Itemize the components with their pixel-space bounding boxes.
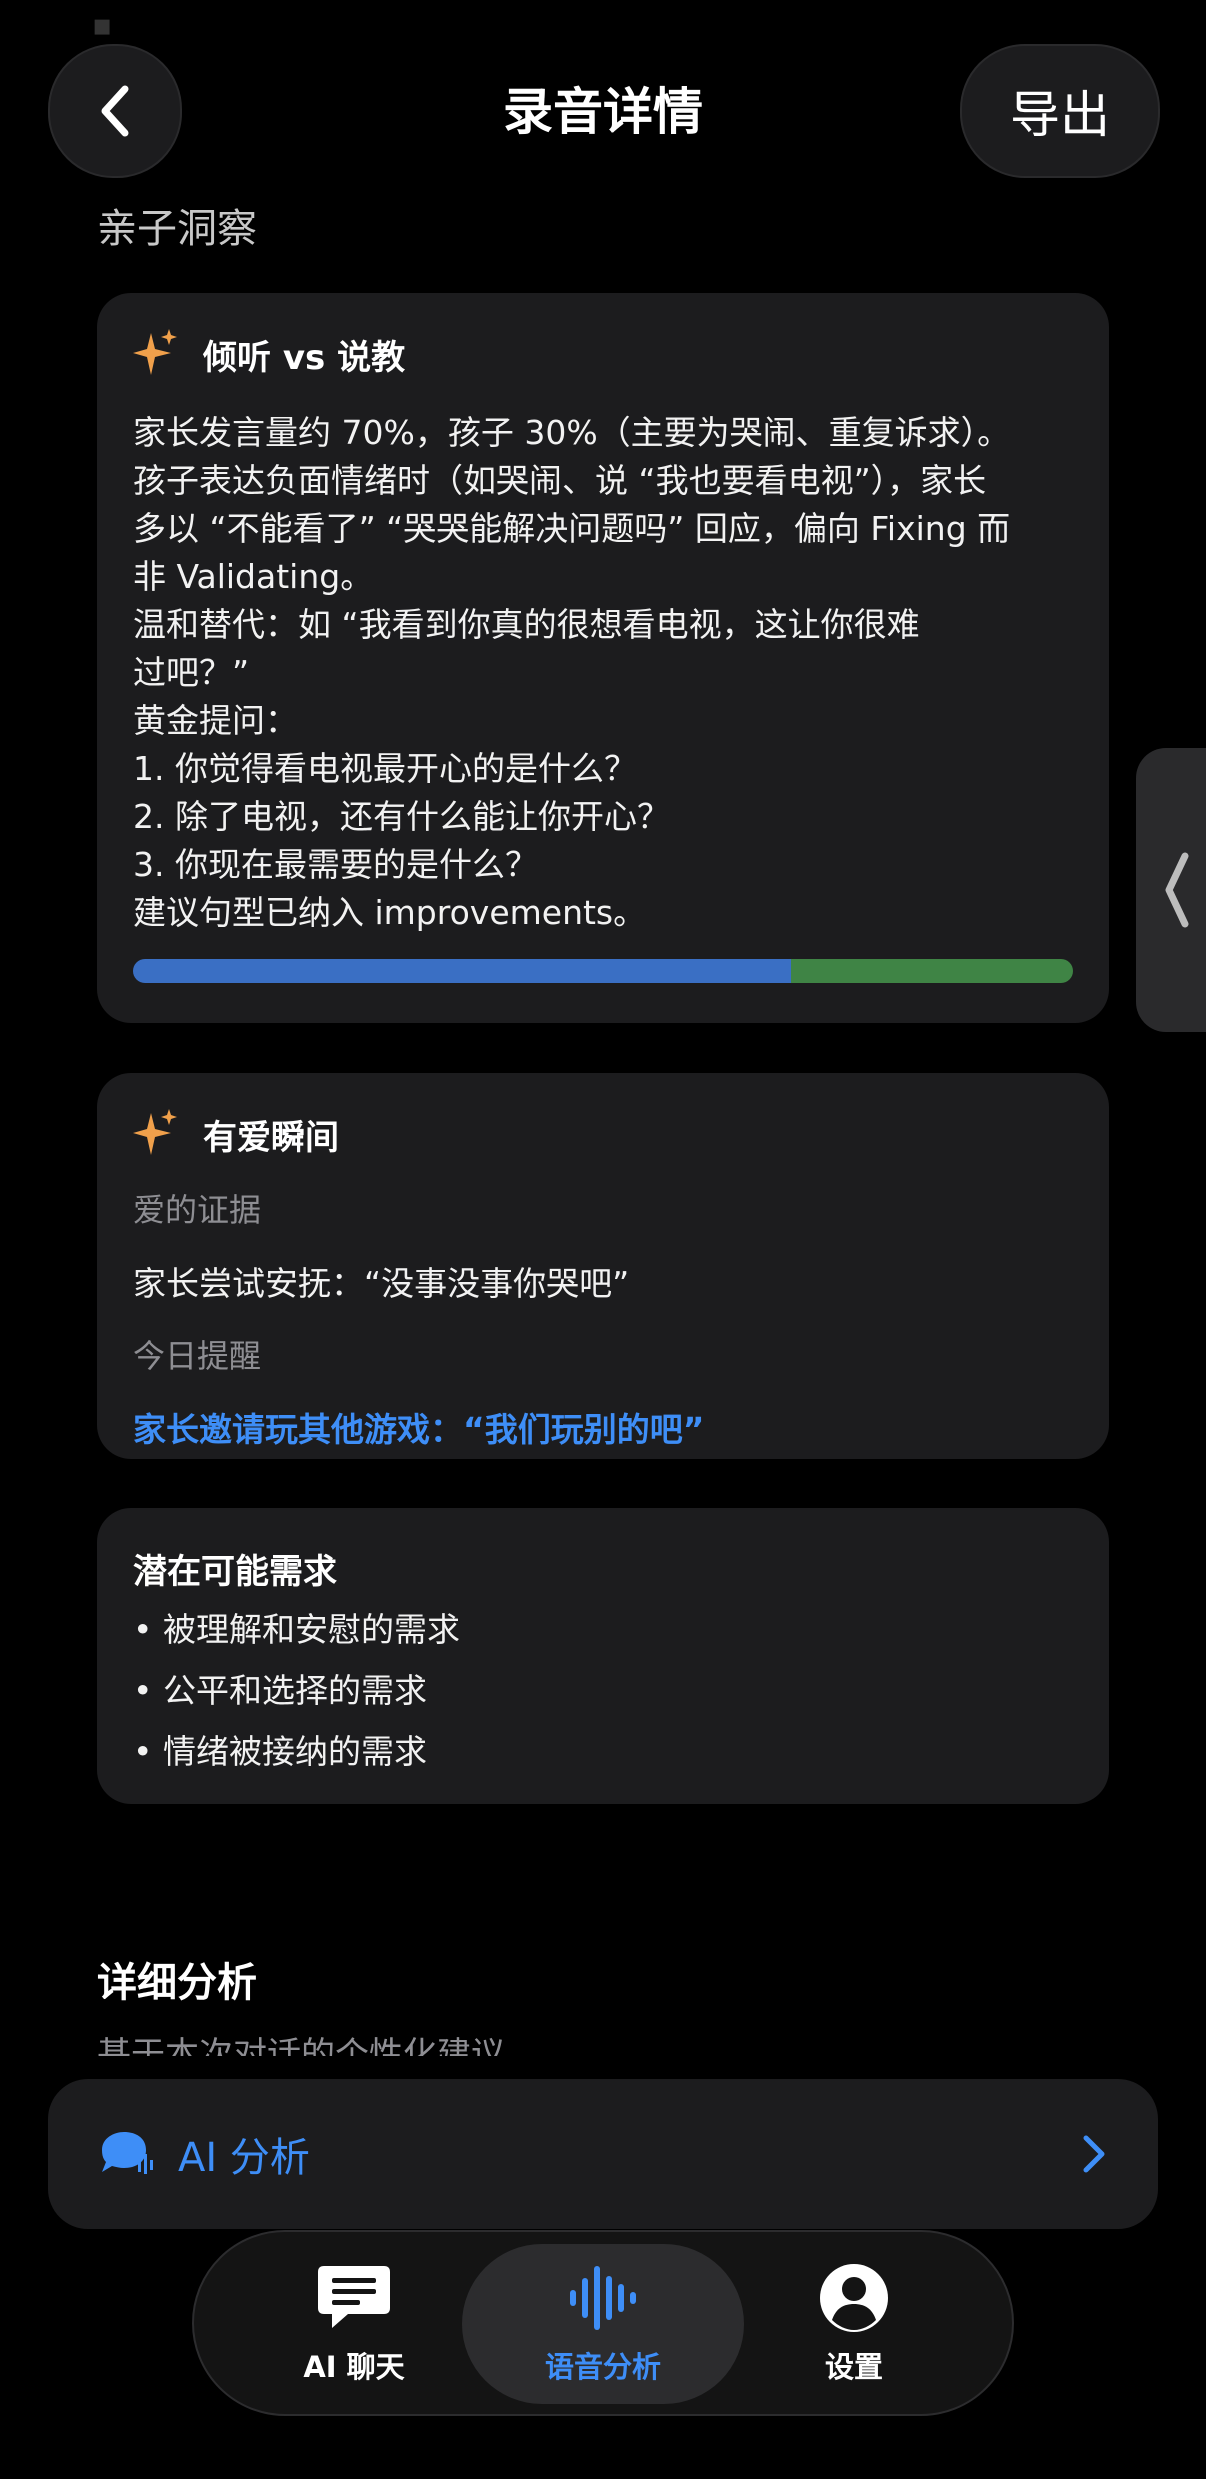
evidence-text: 家长尝试安抚：“没事没事你哭吧” [133,1264,630,1303]
detail-analysis-subtitle-text: 基于本次对话的个性化建议 [97,2035,505,2056]
chevron-right-icon [1083,2135,1105,2173]
sparkle-icon [133,329,177,375]
needs-card-title: 潜在可能需求 [133,1552,337,1592]
listening-card: 倾听 vs 说教 家长发言量约 70%，孩子 30%（主要为哭闹、重复诉求）。 … [97,293,1109,1023]
tab-voice-analysis[interactable]: 语音分析 [462,2244,744,2404]
detail-analysis-subtitle: 基于本次对话的个性化建议 [97,2028,505,2056]
tab-label: 语音分析 [544,2350,661,2384]
body-line: 黄金提问： [133,701,298,740]
body-line: 1. 你觉得看电视最开心的是什么？ [133,749,637,788]
reminder-label: 今日提醒 [133,1337,262,1375]
ai-analysis-button[interactable]: AI 分析 [48,2079,1158,2229]
child-share-segment [791,959,1073,983]
tab-settings[interactable]: 设置 [724,2244,984,2404]
need-item: • 被理解和安慰的需求 [133,1610,460,1649]
chevron-left-icon [1165,852,1189,928]
sparkle-icon [133,1109,177,1155]
talk-ratio-bar [133,959,1073,983]
love-card-header: 有爱瞬间 [133,1109,1073,1159]
chat-bubble-icon [318,2266,390,2328]
detail-analysis-title: 详细分析 [97,1960,257,2006]
body-line: 3. 你现在最需要的是什么？ [133,845,538,884]
side-drawer-handle[interactable] [1136,748,1206,1032]
body-line: 建议句型已纳入 improvements。 [133,893,647,932]
need-item: • 情绪被接纳的需求 [133,1732,427,1771]
love-card-title: 有爱瞬间 [203,1117,339,1158]
person-icon [820,2264,888,2332]
body-line: 多以 “不能看了” “哭哭能解决问题吗” 回应，偏向 Fixing 而 [133,509,1011,548]
listening-card-body: 家长发言量约 70%，孩子 30%（主要为哭闹、重复诉求）。 孩子表达负面情绪时… [133,409,1073,937]
tab-label: AI 聊天 [303,2350,405,2384]
love-moment-card: 有爱瞬间 爱的证据 家长尝试安抚：“没事没事你哭吧” 今日提醒 家长邀请玩其他游… [97,1073,1109,1459]
bottom-tab-bar: AI 聊天 语音分析 设置 [192,2230,1014,2416]
chat-waveform-icon [102,2132,153,2174]
evidence-label: 爱的证据 [133,1191,262,1229]
listening-card-header: 倾听 vs 说教 [133,329,1073,379]
export-button[interactable]: 导出 [960,44,1160,178]
body-line: 温和替代：如 “我看到你真的很想看电视，这让你很难 [133,605,920,644]
need-item: • 公平和选择的需求 [133,1671,427,1710]
section-title-parent-child: 亲子洞察 [97,206,257,252]
listening-card-title: 倾听 vs 说教 [203,337,406,378]
body-line: 过吧？” [133,653,250,692]
status-bar-icon: ▪ [92,8,113,43]
body-line: 2. 除了电视，还有什么能让你开心？ [133,797,670,836]
tab-label: 设置 [824,2350,883,2384]
parent-share-segment [133,959,791,983]
waveform-icon [570,2266,636,2330]
body-line: 非 Validating。 [133,557,374,596]
reminder-text: 家长邀请玩其他游戏：“我们玩别的吧” [133,1410,705,1449]
body-line: 家长发言量约 70%，孩子 30%（主要为哭闹、重复诉求）。 [133,413,1011,452]
ai-analysis-label: AI 分析 [178,2135,310,2181]
needs-card: 潜在可能需求 • 被理解和安慰的需求 • 公平和选择的需求 • 情绪被接纳的需求 [97,1508,1109,1804]
body-line: 孩子表达负面情绪时（如哭闹、说 “我也要看电视”），家长 [133,461,987,500]
tab-ai-chat[interactable]: AI 聊天 [224,2244,484,2404]
